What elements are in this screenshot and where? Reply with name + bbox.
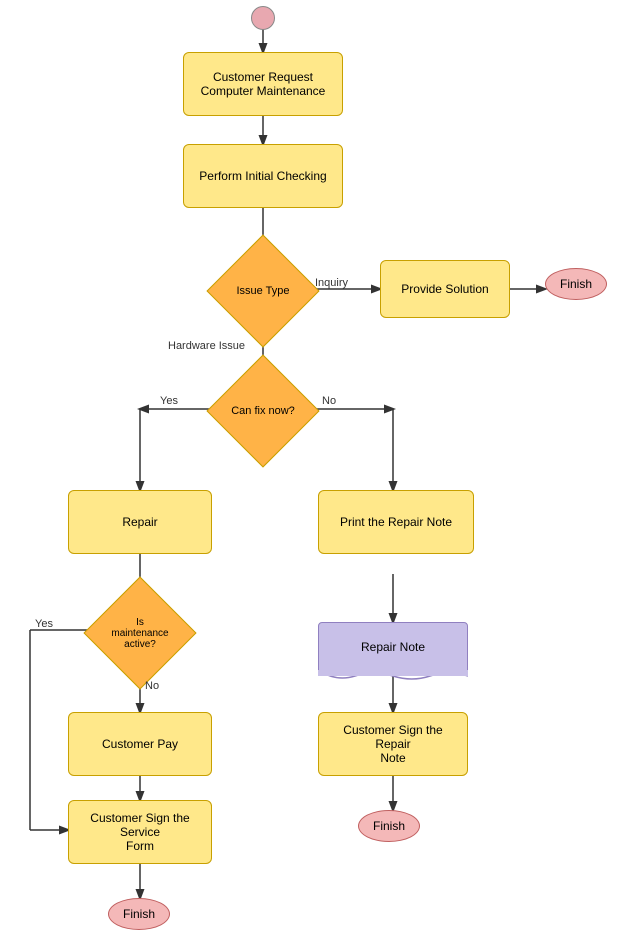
finish3-label: Finish	[373, 819, 405, 833]
perform-checking-node: Perform Initial Checking	[183, 144, 343, 208]
customer-request-node: Customer Request Computer Maintenance	[183, 52, 343, 116]
print-repair-note-node: Print the Repair Note	[318, 490, 474, 554]
no-maint-label: No	[145, 680, 159, 692]
finish2-node: Finish	[108, 898, 170, 930]
issue-type-container: Issue Type	[220, 248, 306, 334]
repair-note-doc-wave	[318, 670, 468, 682]
finish2-label: Finish	[123, 907, 155, 921]
flowchart: Customer Request Computer Maintenance Pe…	[0, 0, 636, 950]
is-maintenance-container: Is maintenance active?	[97, 590, 183, 676]
customer-pay-label: Customer Pay	[102, 737, 178, 751]
issue-type-label: Issue Type	[220, 248, 306, 334]
can-fix-label: Can fix now?	[220, 368, 306, 454]
perform-checking-label: Perform Initial Checking	[199, 169, 326, 183]
inquiry-label: Inquiry	[315, 277, 348, 289]
customer-request-label: Customer Request Computer Maintenance	[201, 70, 326, 98]
customer-pay-node: Customer Pay	[68, 712, 212, 776]
hardware-issue-label: Hardware Issue	[168, 340, 245, 352]
provide-solution-label: Provide Solution	[401, 282, 488, 296]
repair-note-doc: Repair Note	[318, 622, 468, 672]
repair-node: Repair	[68, 490, 212, 554]
finish3-node: Finish	[358, 810, 420, 842]
print-repair-note-label: Print the Repair Note	[340, 515, 452, 529]
start-node	[251, 6, 275, 30]
no-canfix-label: No	[322, 395, 336, 407]
can-fix-container: Can fix now?	[220, 368, 306, 454]
customer-sign-service-node: Customer Sign the Service Form	[68, 800, 212, 864]
is-maintenance-label: Is maintenance active?	[97, 590, 183, 676]
customer-sign-repair-node: Customer Sign the Repair Note	[318, 712, 468, 776]
customer-sign-repair-label: Customer Sign the Repair Note	[327, 723, 459, 765]
yes-canfix-label: Yes	[160, 395, 178, 407]
repair-label: Repair	[122, 515, 157, 529]
customer-sign-service-label: Customer Sign the Service Form	[77, 811, 203, 853]
finish1-label: Finish	[560, 277, 592, 291]
finish1-node: Finish	[545, 268, 607, 300]
yes-maint-label: Yes	[35, 618, 53, 630]
repair-note-doc-label: Repair Note	[361, 640, 425, 654]
provide-solution-node: Provide Solution	[380, 260, 510, 318]
